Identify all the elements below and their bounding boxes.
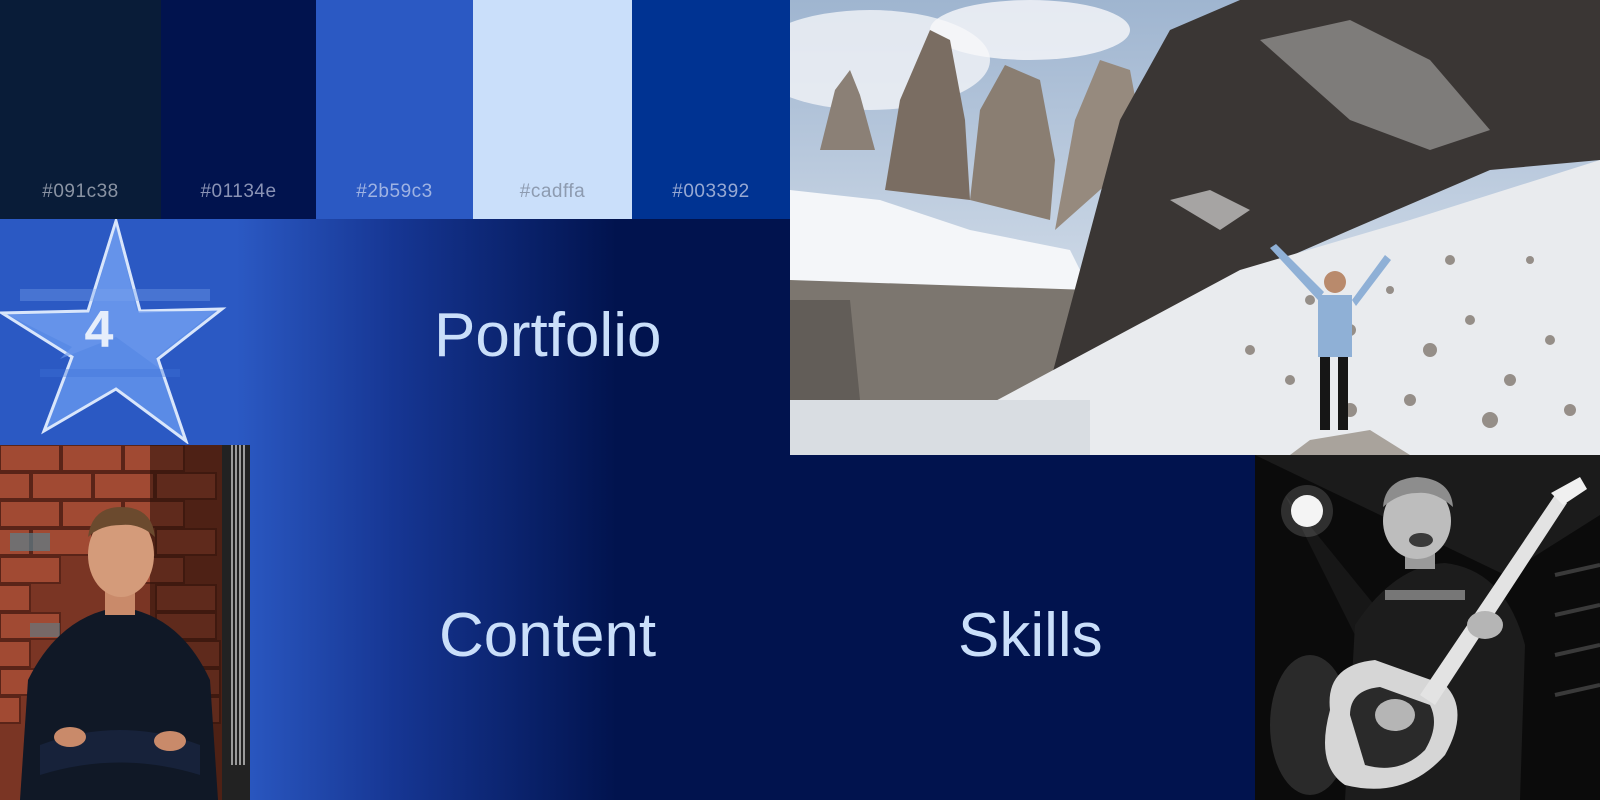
moodboard-canvas: #091c38 #01134e #2b59c3 #cadffa #003392 … [0, 0, 1600, 800]
swatch-091c38: #091c38 [0, 0, 161, 219]
swatch-label: #01134e [200, 181, 277, 202]
star-badge-number: 4 [85, 301, 114, 359]
swatch-label: #003392 [672, 181, 750, 202]
swatch-label: #091c38 [42, 181, 119, 202]
portfolio-heading[interactable]: Portfolio [434, 305, 661, 367]
mountain-photo [790, 0, 1600, 455]
swatch-label: #cadffa [519, 181, 586, 202]
swatch-01134e: #01134e [161, 0, 316, 219]
guitar-photo [1255, 455, 1600, 800]
content-heading[interactable]: Content [439, 605, 656, 667]
swatch-cadffa: #cadffa [473, 0, 632, 219]
skills-heading[interactable]: Skills [958, 605, 1103, 667]
star-icon: 4 [0, 219, 230, 444]
portrait-photo [0, 445, 250, 800]
swatch-003392: #003392 [632, 0, 790, 219]
swatch-2b59c3: #2b59c3 [316, 0, 473, 219]
swatch-label: #2b59c3 [356, 181, 433, 202]
